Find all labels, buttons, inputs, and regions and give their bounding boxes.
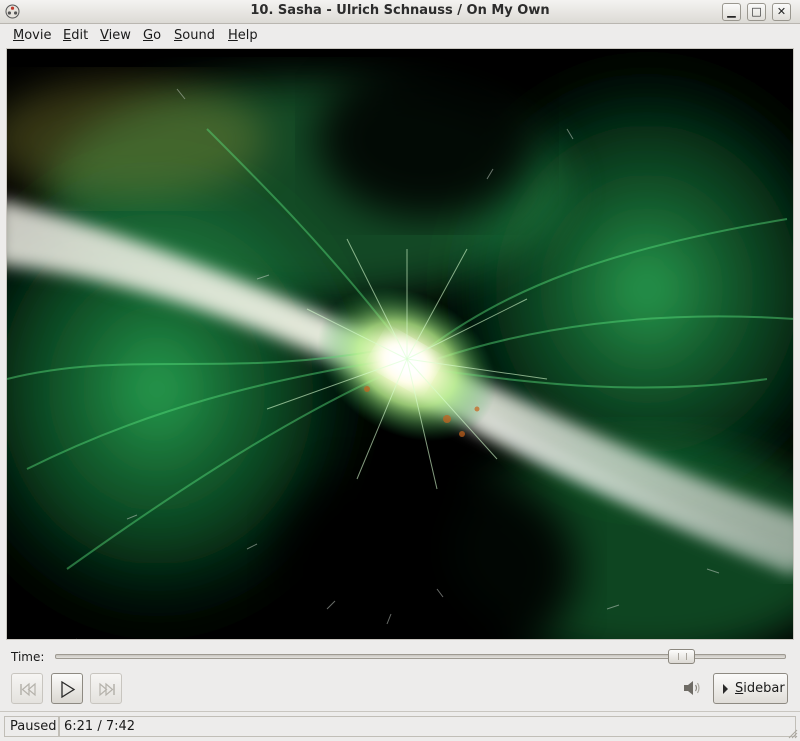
previous-button[interactable] [11,673,43,704]
resize-grip-icon[interactable] [786,727,798,739]
menu-sound[interactable]: Sound [174,28,215,43]
window-title: 10. Sasha - Ulrich Schnauss / On My Own [250,3,550,18]
visualization-graphic [7,49,793,639]
menu-bar: Movie Edit View Go Sound Help [0,24,800,48]
menu-edit[interactable]: Edit [63,28,88,43]
expand-arrow-icon [723,684,728,694]
minimize-button[interactable]: ▁ [722,3,741,21]
maximize-button[interactable]: □ [747,3,766,21]
play-icon [61,681,76,698]
title-bar[interactable]: 10. Sasha - Ulrich Schnauss / On My Own … [0,0,800,24]
next-button[interactable] [90,673,122,704]
skip-previous-icon [20,682,36,697]
close-button[interactable]: ✕ [772,3,791,21]
skip-next-icon [99,682,115,697]
time-readout: 6:21 / 7:42 [58,716,796,737]
sidebar-button-label: Sidebar [735,681,785,696]
menu-view[interactable]: View [100,28,131,43]
status-bar: Paused 6:21 / 7:42 [0,711,800,741]
playback-state: Paused [4,716,60,737]
play-button[interactable] [51,673,83,704]
seek-slider-thumb[interactable] [667,649,695,664]
video-canvas[interactable] [6,48,794,640]
volume-icon[interactable] [683,680,701,696]
menu-movie[interactable]: Movie [13,28,51,43]
menu-help[interactable]: Help [228,28,258,43]
sidebar-toggle-button[interactable]: Sidebar [713,673,788,704]
menu-go[interactable]: Go [143,28,161,43]
time-label: Time: [11,650,45,664]
